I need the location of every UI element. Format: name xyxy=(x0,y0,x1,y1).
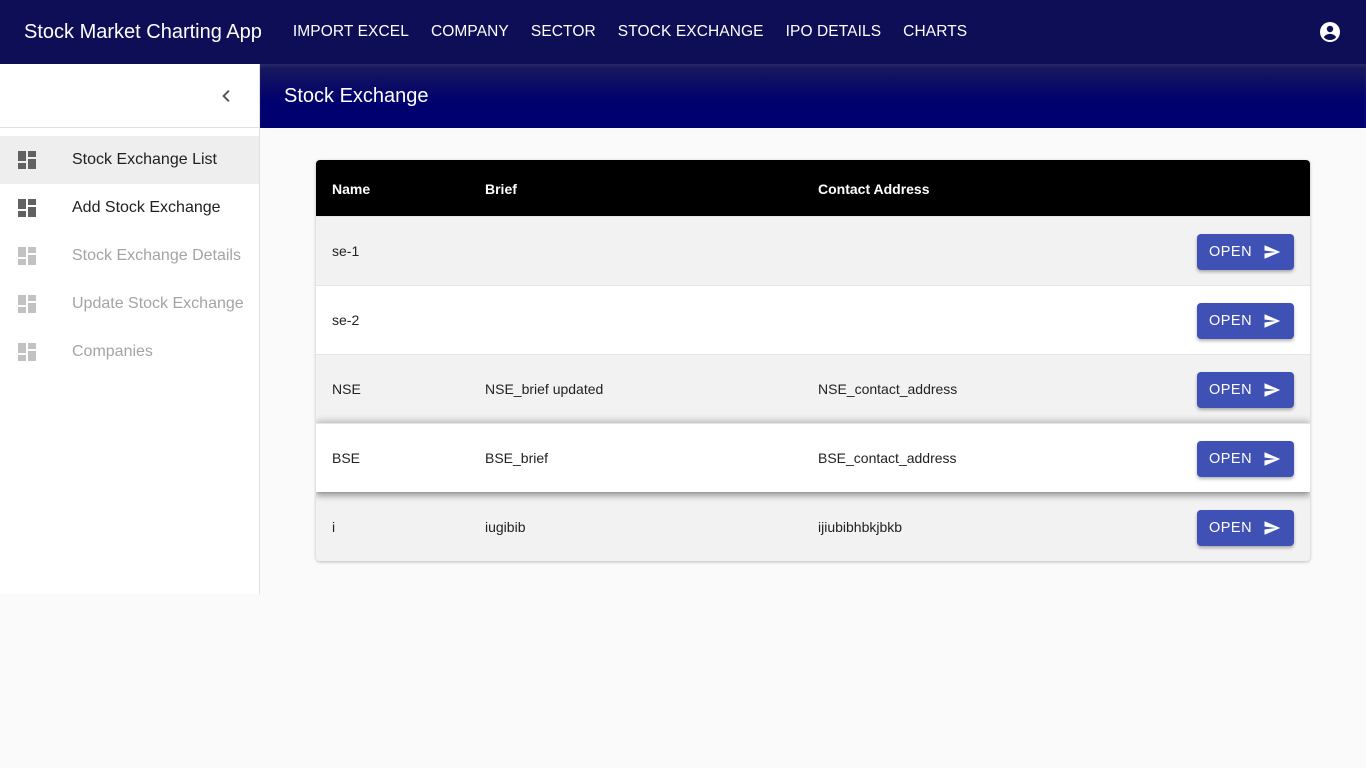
table-row: BSE BSE_brief BSE_contact_address OPEN xyxy=(316,423,1310,492)
dashboard-icon xyxy=(18,343,36,361)
page-header: Stock Exchange xyxy=(260,64,1366,128)
sidebar-item-stock-exchange-details: Stock Exchange Details xyxy=(0,232,259,280)
account-circle-icon[interactable] xyxy=(1318,20,1342,44)
table-row: i iugibib ijiubibhbkjbkb OPEN xyxy=(316,492,1310,561)
open-button[interactable]: OPEN xyxy=(1197,303,1294,339)
open-button-label: OPEN xyxy=(1208,451,1253,467)
open-button-label: OPEN xyxy=(1208,382,1253,398)
open-button-label: OPEN xyxy=(1208,313,1253,329)
cell-contact-address: NSE_contact_address xyxy=(818,381,958,397)
sidebar-item-label: Add Stock Exchange xyxy=(72,199,221,216)
open-button[interactable]: OPEN xyxy=(1197,441,1294,477)
nav-stock-exchange[interactable]: STOCK EXCHANGE xyxy=(618,23,764,41)
sidebar-item-companies: Companies xyxy=(0,328,259,376)
dashboard-icon xyxy=(18,295,36,313)
nav-sector[interactable]: SECTOR xyxy=(531,23,596,41)
table-header: Name Brief Contact Address xyxy=(316,160,1310,216)
send-icon xyxy=(1264,383,1281,397)
sidebar-item-add-stock-exchange[interactable]: Add Stock Exchange xyxy=(0,184,259,232)
sidebar-item-stock-exchange-list[interactable]: Stock Exchange List xyxy=(0,136,259,184)
open-button[interactable]: OPEN xyxy=(1197,510,1294,546)
table-row: se-1 OPEN xyxy=(316,216,1310,285)
sidebar-item-label: Update Stock Exchange xyxy=(72,295,244,312)
cell-brief: iugibib xyxy=(485,519,526,535)
cell-name: BSE xyxy=(332,450,361,466)
dashboard-icon xyxy=(18,199,36,217)
sidebar-item-label: Stock Exchange Details xyxy=(72,247,241,264)
dashboard-icon xyxy=(18,151,36,169)
column-header-brief: Brief xyxy=(485,181,517,197)
open-button[interactable]: OPEN xyxy=(1197,372,1294,408)
sidebar-header xyxy=(0,64,259,128)
cell-brief: NSE_brief updated xyxy=(485,381,604,397)
column-header-name: Name xyxy=(332,181,371,197)
open-button[interactable]: OPEN xyxy=(1197,234,1294,270)
sidebar-item-update-stock-exchange: Update Stock Exchange xyxy=(0,280,259,328)
cell-name: se-2 xyxy=(332,312,360,328)
nav-company[interactable]: COMPANY xyxy=(431,23,509,41)
page-title: Stock Exchange xyxy=(284,84,429,107)
cell-brief: BSE_brief xyxy=(485,450,549,466)
send-icon xyxy=(1264,521,1281,535)
top-toolbar: Stock Market Charting App IMPORT EXCEL C… xyxy=(0,0,1366,64)
main-nav: IMPORT EXCEL COMPANY SECTOR STOCK EXCHAN… xyxy=(282,23,978,41)
open-button-label: OPEN xyxy=(1208,520,1253,536)
nav-ipo-details[interactable]: IPO DETAILS xyxy=(786,23,882,41)
send-icon xyxy=(1264,245,1281,259)
dashboard-icon xyxy=(18,247,36,265)
cell-name: i xyxy=(332,519,336,535)
nav-import-excel[interactable]: IMPORT EXCEL xyxy=(293,23,409,41)
cell-name: NSE xyxy=(332,381,361,397)
table-row: NSE NSE_brief updated NSE_contact_addres… xyxy=(316,354,1310,423)
chevron-left-icon[interactable] xyxy=(215,84,239,108)
column-header-contact-address: Contact Address xyxy=(818,181,930,197)
send-icon xyxy=(1264,452,1281,466)
table-row: se-2 OPEN xyxy=(316,285,1310,354)
nav-charts[interactable]: CHARTS xyxy=(903,23,967,41)
cell-name: se-1 xyxy=(332,243,360,259)
app-title: Stock Market Charting App xyxy=(24,20,262,43)
stock-exchange-table: Name Brief Contact Address se-1 OPEN se-… xyxy=(316,160,1310,561)
open-button-label: OPEN xyxy=(1208,244,1253,260)
sidebar: Stock Exchange List Add Stock Exchange S… xyxy=(0,64,260,594)
sidebar-list: Stock Exchange List Add Stock Exchange S… xyxy=(0,128,259,376)
cell-contact-address: BSE_contact_address xyxy=(818,450,957,466)
cell-contact-address: ijiubibhbkjbkb xyxy=(818,519,903,535)
send-icon xyxy=(1264,314,1281,328)
sidebar-item-label: Stock Exchange List xyxy=(72,151,217,168)
sidebar-item-label: Companies xyxy=(72,343,153,360)
